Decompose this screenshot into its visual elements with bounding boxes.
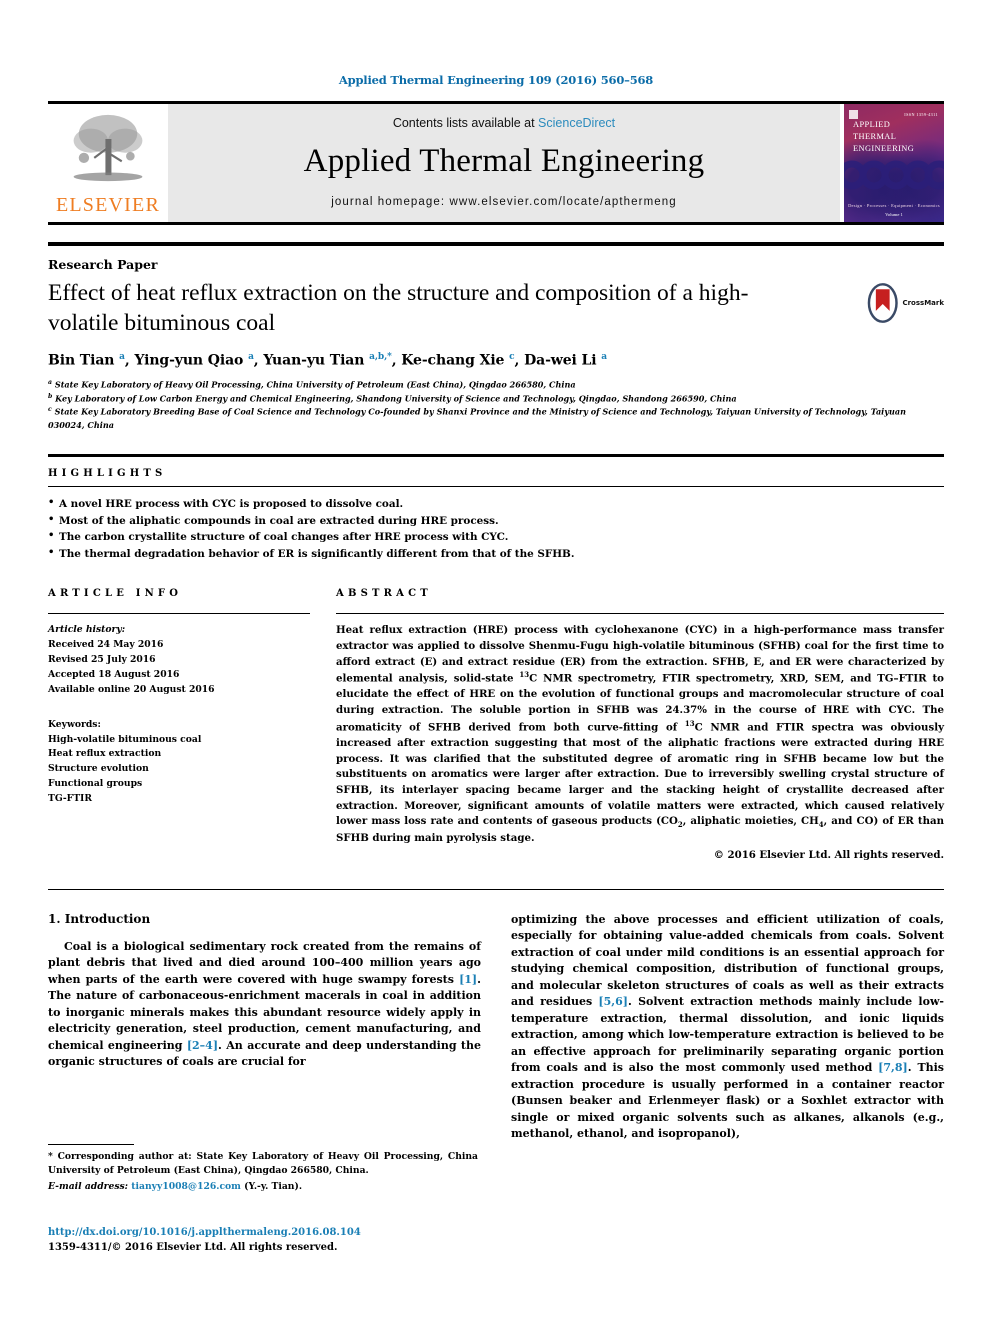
cover-title-line1: APPLIED (853, 120, 891, 129)
crossmark-icon (867, 283, 898, 323)
contents-line: Contents lists available at ScienceDirec… (393, 116, 615, 130)
journal-masthead: ELSEVIER Contents lists available at Sci… (48, 101, 944, 225)
cover-publisher-mark-icon (849, 110, 858, 119)
abstract-text: Heat reflux extraction (HRE) process wit… (336, 624, 944, 845)
highlights-section: HIGHLIGHTS A novel HRE process with CYC … (48, 454, 944, 562)
article-info-heading: ARTICLE INFO (48, 588, 183, 600)
history-received: Received 24 May 2016 (48, 639, 164, 651)
title-row: Effect of heat reflux extraction on the … (48, 279, 944, 338)
affiliation-b: b Key Laboratory of Low Carbon Energy an… (48, 392, 737, 404)
affiliation-c-text: State Key Laboratory Breeding Base of Co… (48, 407, 906, 431)
email-owner: (Y.-y. Tian). (244, 1180, 303, 1192)
paper-page: Applied Thermal Engineering 109 (2016) 5… (0, 0, 992, 1323)
intro-paragraph-left: Coal is a biological sedimentary rock cr… (48, 939, 481, 1069)
email-label: E-mail address: (48, 1180, 129, 1192)
cover-title-line3: ENGINEERING (853, 144, 915, 154)
masthead-band: Contents lists available at ScienceDirec… (168, 104, 840, 222)
crossmark-badge[interactable]: CrossMark (866, 281, 944, 325)
crossmark-label: CrossMark (902, 299, 944, 307)
abstract-heading: ABSTRACT (336, 588, 432, 600)
elsevier-logo: ELSEVIER (48, 104, 168, 222)
journal-homepage-link[interactable]: journal homepage: www.elsevier.com/locat… (331, 196, 677, 208)
list-item: Most of the aliphatic compounds in coal … (48, 512, 944, 529)
history-revised: Revised 25 July 2016 (48, 653, 156, 665)
cover-title-line2: THERMAL (853, 132, 897, 142)
affiliation-list: a State Key Laboratory of Heavy Oil Proc… (48, 378, 944, 433)
keyword-item: Structure evolution (48, 763, 149, 775)
abstract-column: ABSTRACT Heat reflux extraction (HRE) pr… (336, 588, 944, 861)
journal-title: Applied Thermal Engineering (303, 143, 705, 179)
article-info-rule (48, 613, 310, 615)
keyword-item: Heat reflux extraction (48, 748, 162, 760)
keywords-label: Keywords: (48, 718, 101, 730)
history-available-online: Available online 20 August 2016 (48, 683, 215, 695)
page-title: Effect of heat reflux extraction on the … (48, 280, 749, 336)
doi-block: http://dx.doi.org/10.1016/j.applthermale… (48, 1225, 478, 1255)
running-head: Applied Thermal Engineering 109 (2016) 5… (338, 73, 654, 87)
contents-prefix: Contents lists available at (392, 116, 539, 130)
info-abstract-row: ARTICLE INFO Article history: Received 2… (48, 588, 944, 861)
affiliation-b-text: Key Laboratory of Low Carbon Energy and … (55, 393, 737, 404)
affiliation-a-text: State Key Laboratory of Heavy Oil Proces… (54, 379, 576, 390)
list-item: A novel HRE process with CYC is proposed… (48, 495, 944, 512)
highlights-heading: HIGHLIGHTS (48, 468, 167, 480)
affiliation-a: a State Key Laboratory of Heavy Oil Proc… (48, 378, 576, 390)
list-item: The carbon crystallite structure of coal… (48, 528, 944, 545)
doi-link[interactable]: http://dx.doi.org/10.1016/j.applthermale… (48, 1225, 478, 1240)
cover-footer-text: Design · Processes · Equipment · Economi… (848, 203, 940, 208)
footnote-rule (48, 1144, 134, 1145)
cover-issn: ISSN 1359-4311 (904, 112, 938, 117)
keyword-item: Functional groups (48, 778, 143, 790)
abstract-rule (336, 613, 944, 615)
cover-volume: Volume 1 (885, 212, 903, 217)
body-top-rule (48, 888, 944, 890)
body-columns: 1. Introduction Coal is a biological sed… (48, 912, 944, 1143)
article-type-label: Research Paper (48, 257, 158, 272)
list-item: The thermal degradation behavior of ER i… (48, 545, 944, 562)
keyword-item: TG-FTIR (48, 793, 92, 805)
section-heading-introduction: 1. Introduction (48, 911, 151, 926)
footnote-block: * Corresponding author at: State Key Lab… (48, 1144, 478, 1193)
article-history-label: Article history: (48, 624, 126, 636)
email-note: E-mail address: tianyy1008@126.com (Y.-y… (48, 1180, 478, 1194)
cover-rings-graphic-icon (844, 160, 944, 190)
title-top-rule (48, 242, 944, 246)
author-list: Bin Tian a, Ying-yun Qiao a, Yuan-yu Tia… (48, 352, 608, 369)
journal-cover-thumbnail: ISSN 1359-4311 APPLIED THERMAL ENGINEERI… (844, 104, 944, 222)
corresponding-author-note: * Corresponding author at: State Key Lab… (48, 1151, 478, 1176)
article-history-block: Article history: Received 24 May 2016 Re… (48, 623, 310, 698)
affiliation-c: c State Key Laboratory Breeding Base of … (48, 406, 906, 431)
article-info-column: ARTICLE INFO Article history: Received 2… (48, 588, 310, 861)
keywords-block: Keywords: High-volatile bituminous coal … (48, 718, 310, 807)
intro-paragraph-right: optimizing the above processes and effic… (511, 912, 944, 1141)
abstract-copyright: © 2016 Elsevier Ltd. All rights reserved… (713, 848, 944, 861)
journal-cover-cell: ISSN 1359-4311 APPLIED THERMAL ENGINEERI… (840, 104, 944, 222)
sciencedirect-link[interactable]: ScienceDirect (538, 116, 615, 130)
body-left-column: 1. Introduction Coal is a biological sed… (48, 912, 481, 1143)
history-accepted: Accepted 18 August 2016 (48, 668, 180, 680)
highlights-bottom-rule (48, 486, 944, 488)
issn-copyright-line: 1359-4311/© 2016 Elsevier Ltd. All right… (48, 1242, 338, 1253)
keyword-item: High-volatile bituminous coal (48, 733, 202, 745)
elsevier-wordmark: ELSEVIER (55, 194, 161, 216)
body-right-column: optimizing the above processes and effic… (511, 912, 944, 1143)
elsevier-tree-icon (73, 114, 143, 182)
email-link[interactable]: tianyy1008@126.com (131, 1181, 241, 1192)
highlights-list: A novel HRE process with CYC is proposed… (48, 495, 944, 562)
